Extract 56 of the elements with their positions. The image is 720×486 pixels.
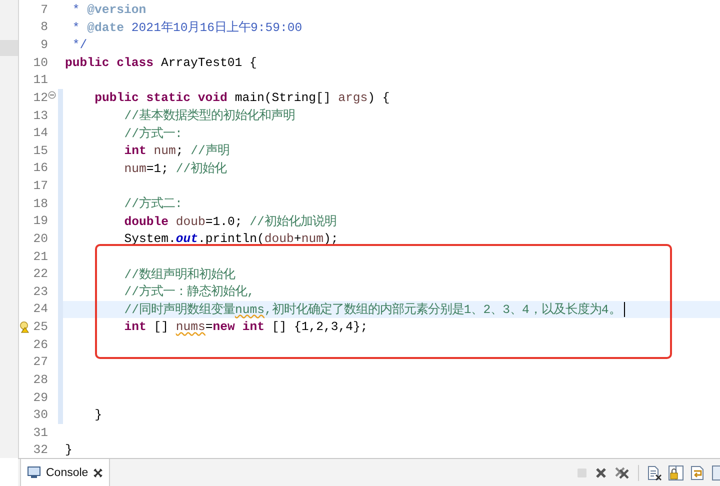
line-number: 32: [33, 443, 48, 458]
line-number: 19: [33, 214, 48, 228]
code-line: }: [65, 443, 72, 458]
code-line: //方式二:: [124, 196, 182, 212]
warning-bulb-icon[interactable]: [19, 321, 29, 334]
collapse-icon[interactable]: [48, 90, 56, 99]
line-number: 29: [33, 390, 48, 405]
line-number: 18: [33, 196, 48, 211]
remove-icon[interactable]: [594, 466, 608, 480]
console-icon: [27, 466, 41, 479]
code-line: }: [94, 408, 102, 422]
line-number: 20: [33, 232, 48, 246]
document-x-icon[interactable]: [647, 464, 662, 480]
code-line: int [] nums=new int [] {1,2,3,4};: [124, 320, 368, 334]
code-line: */: [71, 38, 88, 52]
line-number: 10: [33, 56, 48, 70]
code-line: //基本数据类型的初始化和声明: [124, 108, 295, 124]
line-number: 24: [33, 302, 48, 316]
document-arrow-icon[interactable]: [690, 464, 706, 480]
line-number: 26: [33, 338, 48, 352]
line-number: 13: [33, 108, 48, 123]
text-cursor: [624, 302, 626, 317]
line-number: 30: [33, 408, 48, 422]
lock-document-icon[interactable]: [668, 464, 684, 480]
line-number: 15: [33, 144, 48, 158]
line-number: 25: [33, 320, 48, 334]
line-number: 22: [33, 267, 48, 282]
line-number: 8: [40, 20, 48, 34]
line-number: 27: [33, 355, 48, 370]
code-line: //方式一:: [124, 126, 182, 142]
line-number: 11: [33, 73, 48, 88]
line-number: 31: [33, 426, 48, 440]
code-line: //数组声明和初始化: [124, 266, 235, 283]
console-tab[interactable]: Console: [20, 459, 110, 486]
code-line: int num; //声明: [124, 142, 230, 160]
line-number: 7: [40, 2, 48, 17]
code-line: double doub=1.0; //初始化加说明: [124, 214, 336, 230]
line-number: 17: [33, 179, 48, 194]
code-line: System.out.println(doub+num);: [124, 232, 338, 246]
line-number: 28: [33, 372, 48, 387]
line-number: 23: [33, 284, 48, 299]
remove-all-icon[interactable]: [614, 466, 630, 480]
close-icon[interactable]: [93, 468, 104, 478]
line-number: 9: [40, 38, 48, 52]
code-line: * @date 2021年10月16日上午9:59:00: [71, 20, 302, 36]
line-number: 21: [33, 250, 48, 264]
code-line: public static void main(String[] args) {: [94, 90, 390, 105]
line-number: 12: [33, 90, 48, 105]
panel-icon[interactable]: [712, 464, 720, 480]
code-line: num=1; //初始化: [124, 160, 227, 177]
code-line: //方式一：静态初始化,: [124, 284, 254, 300]
code-line: public class ArrayTest01 {: [65, 56, 257, 70]
line-number: 14: [33, 126, 48, 140]
code-line: * @version: [71, 2, 146, 17]
code-line: //同时声明数组变量nums,初时化确定了数组的内部元素分别是1、2、3、4，以及长度为4。: [124, 302, 621, 318]
line-number: 16: [33, 161, 48, 176]
